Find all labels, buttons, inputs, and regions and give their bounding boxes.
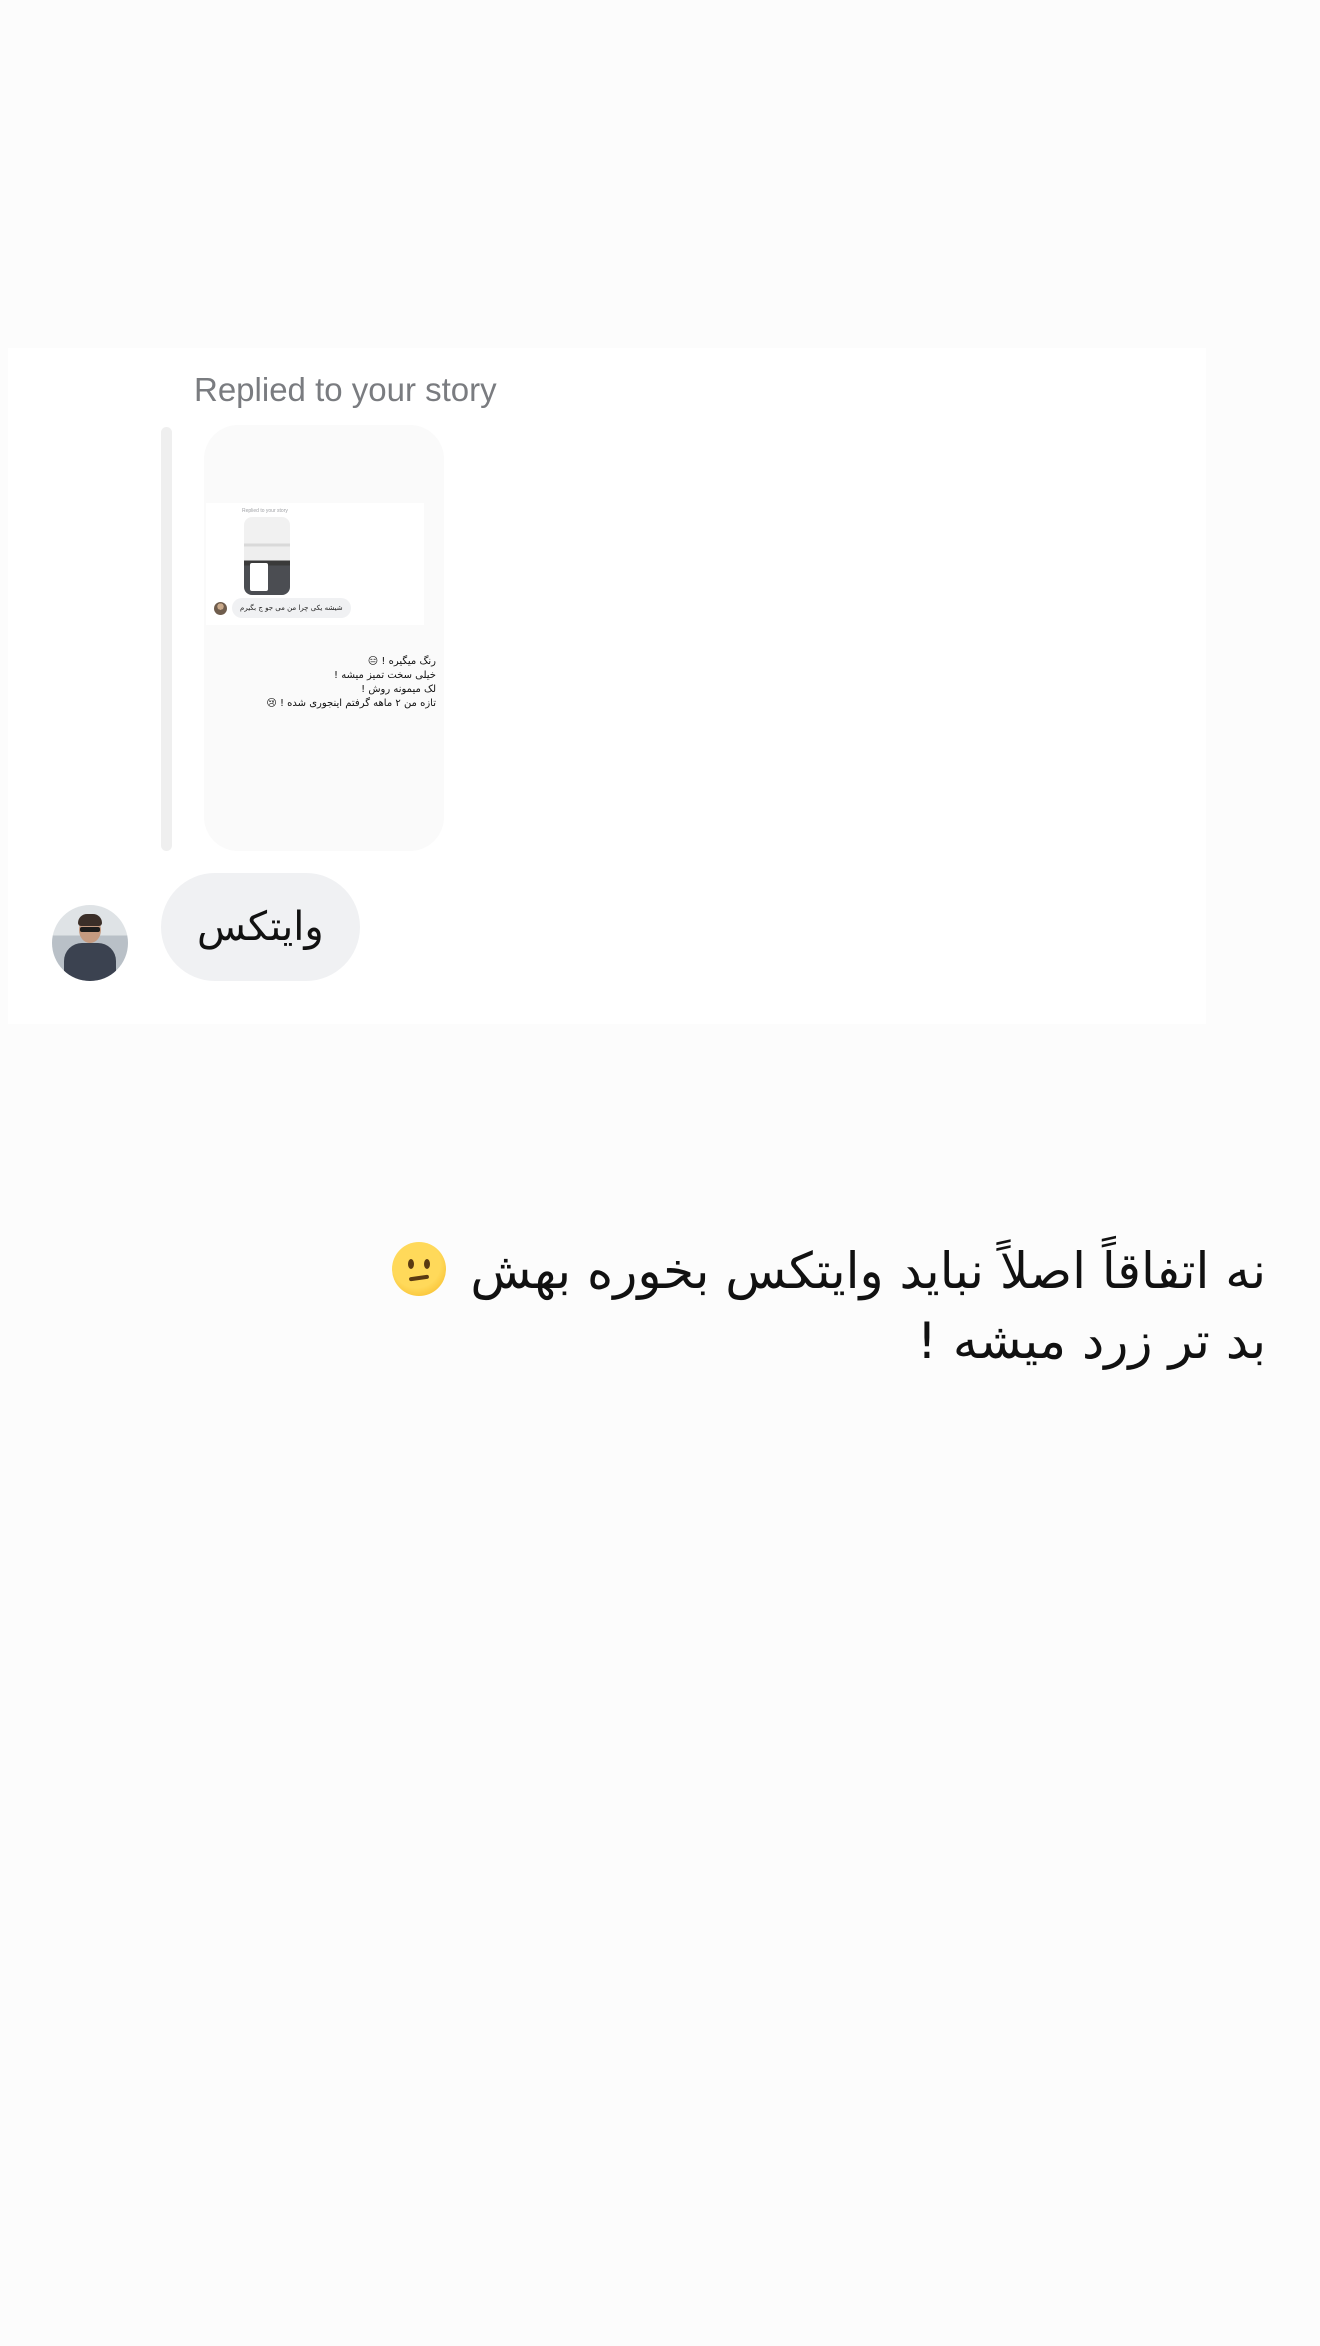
avatar-body [64,943,116,981]
confused-face-icon [392,1242,447,1296]
emoji-eye-right [424,1259,431,1269]
caption-line-2: بد تر زرد میشه ! [916,1312,1266,1370]
story-preview-inner-header: Replied to your story [242,508,288,514]
story-preview-photo-cabinet [250,563,268,591]
story-preview-inner-panel: Replied to your story شیشه یکی چرا من می… [206,503,424,625]
caption-line-1-text: نه اتفاقاً اصلاً نباید وایتکس بخوره بهش [470,1242,1266,1300]
story-preview-text: رنگ میگیره ! 😑 خیلی سخت تمیز میشه ! لک م… [266,656,436,709]
story-preview-photo [244,517,290,595]
sender-avatar[interactable] [52,905,128,981]
story-preview-avatar [214,602,227,615]
story-preview-card[interactable]: Replied to your story شیشه یکی چرا من می… [204,425,444,851]
message-bubble[interactable]: وایتکس [161,873,360,981]
caption-text: نه اتفاقاً اصلاً نباید وایتکس بخوره بهش … [392,1236,1266,1376]
replied-to-story-label: Replied to your story [194,371,497,408]
avatar-glasses [80,927,100,932]
caption-line-1: نه اتفاقاً اصلاً نباید وایتکس بخوره بهش [392,1236,1266,1306]
avatar-hair [78,914,102,926]
emoji-mouth [409,1274,430,1282]
reply-quote-bar [161,427,172,851]
emoji-eye-left [408,1259,415,1269]
story-preview-inner-bubble: شیشه یکی چرا من می جو ج بگیرم [232,598,351,618]
